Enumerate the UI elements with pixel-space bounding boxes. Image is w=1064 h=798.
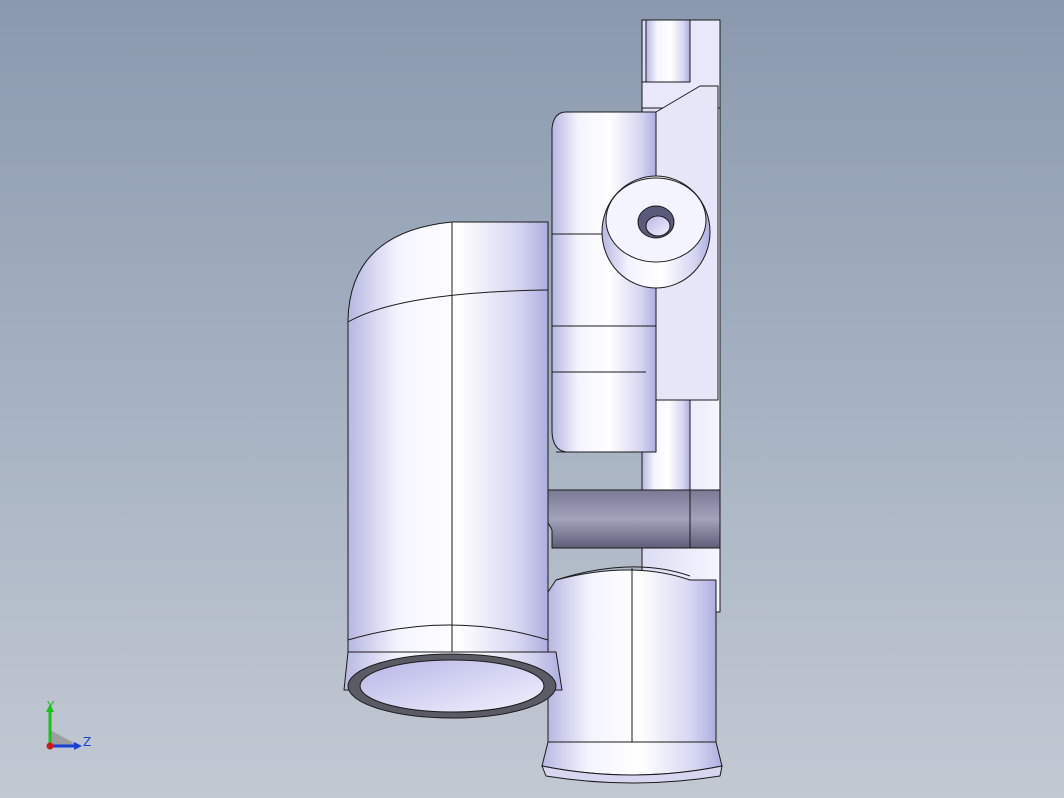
z-arrow-icon: [74, 742, 82, 750]
inlet-bore: [359, 659, 545, 713]
elbow-inlet: [347, 221, 549, 653]
graphics-viewport[interactable]: Y Z: [0, 0, 1064, 798]
flange-lug-upper: [645, 19, 691, 83]
orientation-triad: Y Z: [36, 696, 106, 760]
z-axis-label: Z: [83, 735, 92, 749]
outlet-tip: [541, 741, 723, 776]
x-axis-dot: [46, 742, 54, 750]
3d-part-model[interactable]: [0, 0, 1064, 798]
y-axis-label: Y: [47, 699, 55, 713]
